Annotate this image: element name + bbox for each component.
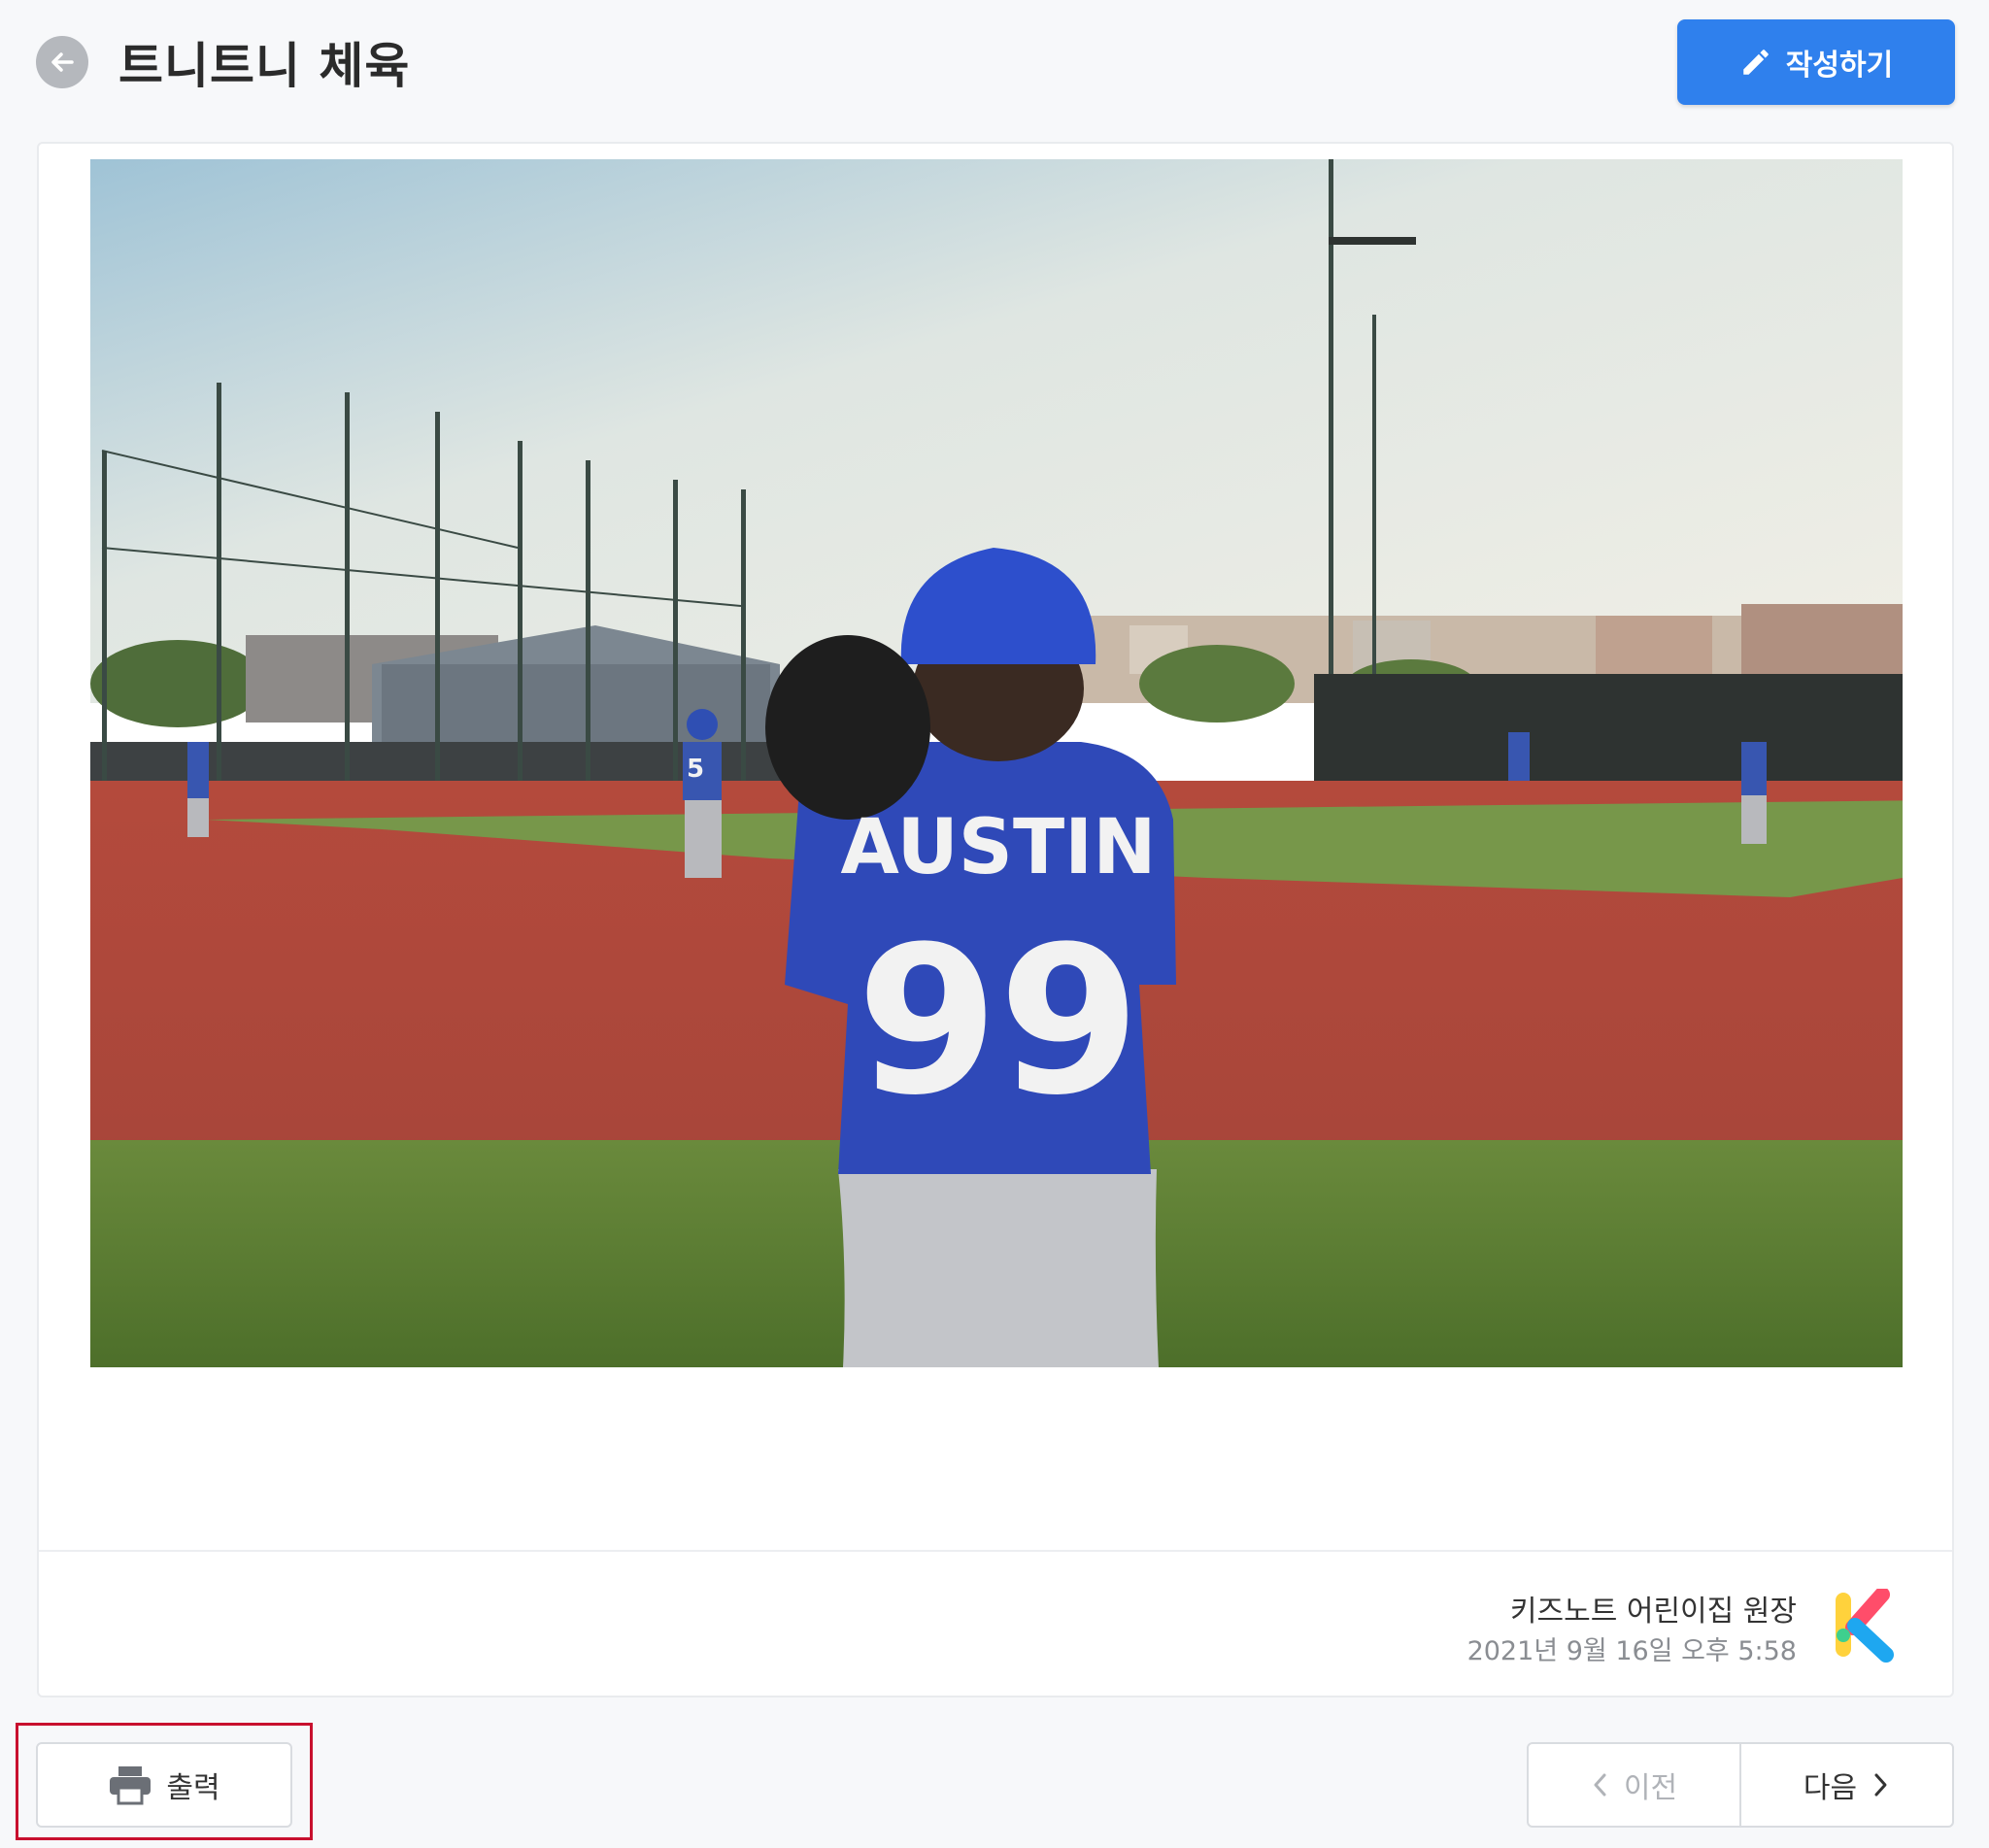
header: 트니트니 체육 작성하기 (0, 0, 1989, 136)
post-photo[interactable]: AUSTIN 99 5 (90, 159, 1903, 1367)
page-title: 트니트니 체육 (118, 38, 411, 94)
author-name: 키즈노트 어린이집 원장 (1509, 1595, 1797, 1629)
card-divider (39, 1550, 1952, 1552)
small-player-number: 5 (687, 755, 704, 784)
post-date: 2021년 9월 16일 오후 5:58 (1466, 1636, 1797, 1666)
printer-icon (110, 1766, 152, 1805)
kidsnote-k-logo (1832, 1587, 1898, 1663)
jersey-name-text: AUSTIN (841, 804, 1157, 891)
write-button-label: 작성하기 (1785, 49, 1894, 83)
pencil-icon (1743, 50, 1769, 75)
jersey-number-text: 99 (857, 902, 1140, 1140)
prev-button-label: 이전 (1623, 1771, 1678, 1805)
back-button[interactable] (36, 36, 88, 88)
next-button-label: 다음 (1803, 1771, 1858, 1805)
print-button[interactable]: 출력 (36, 1742, 292, 1828)
write-button[interactable]: 작성하기 (1677, 19, 1955, 105)
next-button[interactable]: 다음 (1741, 1744, 1952, 1826)
post-card: AUSTIN 99 5 키즈노트 어린이집 원장 2021년 9월 16일 오후… (37, 142, 1954, 1697)
chevron-right-icon (1874, 1773, 1887, 1797)
chevron-left-icon (1594, 1773, 1606, 1797)
print-button-label: 출력 (166, 1771, 220, 1805)
arrow-left-icon (51, 52, 74, 72)
pager: 이전 다음 (1527, 1742, 1954, 1828)
prev-button[interactable]: 이전 (1529, 1744, 1741, 1826)
